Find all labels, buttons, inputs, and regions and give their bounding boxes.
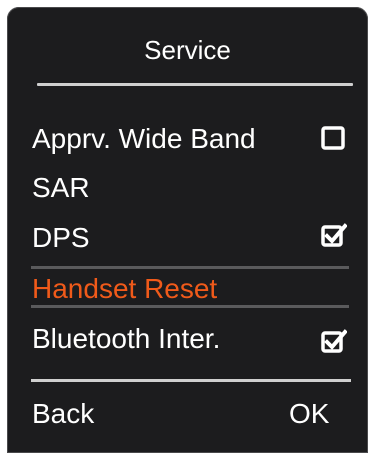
checkbox-empty-icon[interactable]	[321, 126, 345, 150]
menu-item-handset-reset[interactable]: Handset Reset	[32, 271, 217, 307]
menu-item-bluetooth-inter[interactable]: Bluetooth Inter.	[32, 321, 220, 357]
title-divider	[37, 83, 353, 86]
menu-item-apprv-wide-band[interactable]: Apprv. Wide Band	[32, 121, 256, 157]
selection-bottom-line	[31, 305, 349, 308]
ok-softkey[interactable]: OK	[289, 396, 329, 432]
back-softkey[interactable]: Back	[32, 396, 94, 432]
service-menu-screen: Service Apprv. Wide Band SAR DPS Handset…	[7, 7, 368, 453]
screen-title: Service	[144, 35, 231, 65]
checkbox-checked-icon[interactable]	[321, 329, 347, 353]
menu-item-sar[interactable]: SAR	[32, 170, 90, 206]
softkey-divider	[31, 379, 351, 382]
selection-top-line	[31, 266, 349, 269]
checkbox-checked-icon[interactable]	[321, 223, 347, 247]
menu-item-dps[interactable]: DPS	[32, 220, 90, 256]
